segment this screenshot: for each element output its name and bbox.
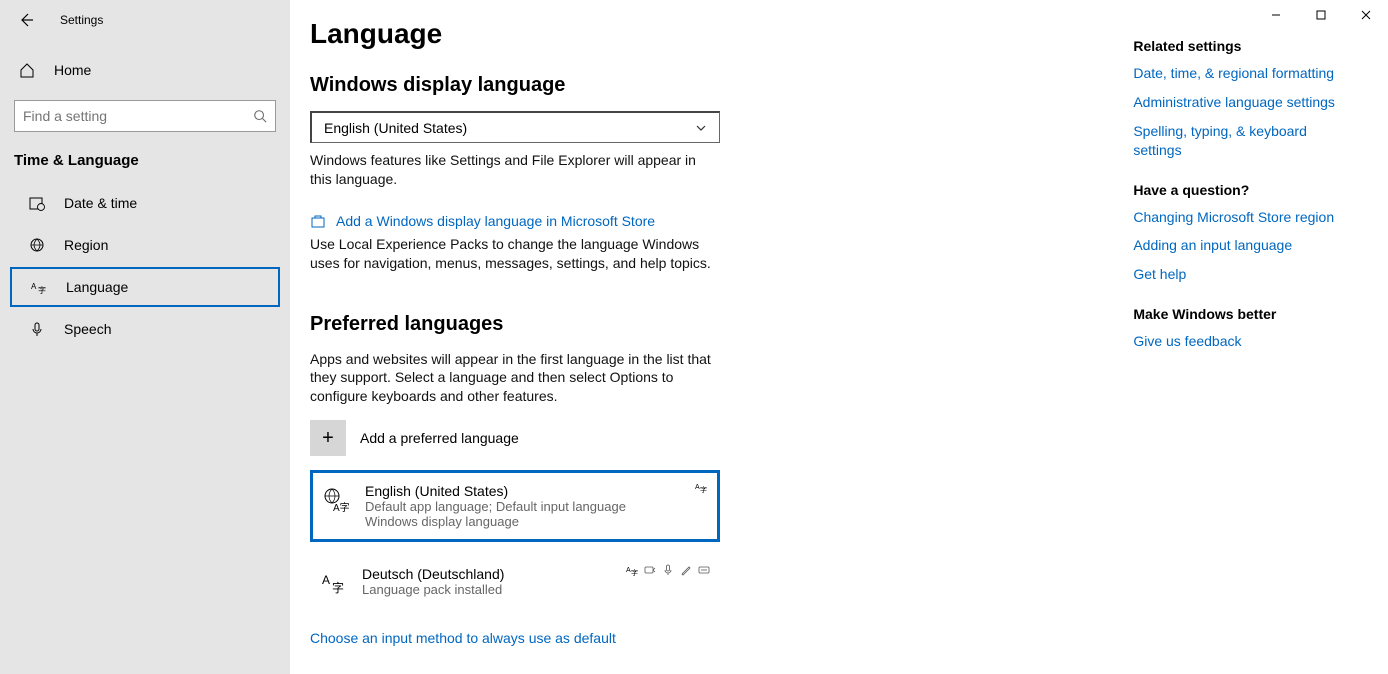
sidebar-item-region[interactable]: Region <box>10 225 280 265</box>
rail-link-feedback[interactable]: Give us feedback <box>1133 332 1358 351</box>
right-rail: Related settings Date, time, & regional … <box>1133 18 1358 674</box>
svg-text:字: 字 <box>38 285 46 295</box>
sidebar-home-label: Home <box>54 62 91 78</box>
language-subtext: Windows display language <box>365 514 626 529</box>
display-language-dropdown[interactable]: English (United States) <box>310 111 720 143</box>
calendar-clock-icon <box>28 194 46 212</box>
sidebar-item-label: Date & time <box>64 195 137 211</box>
language-card-german[interactable]: A字 Deutsch (Deutschland) Language pack i… <box>310 556 720 608</box>
search-box[interactable] <box>14 100 276 132</box>
sidebar-header: Settings <box>0 0 290 40</box>
language-card-english[interactable]: A字 English (United States) Default app l… <box>310 470 720 542</box>
language-pack-icon: A字 <box>320 570 348 598</box>
main-area: Language Windows display language Englis… <box>290 0 1388 674</box>
sidebar-item-language[interactable]: A字 Language <box>10 267 280 307</box>
display-language-desc: Windows features like Settings and File … <box>310 151 720 189</box>
language-icon: A字 <box>30 278 48 296</box>
translate-icon: A字 <box>695 481 707 493</box>
language-feature-badges: A字 <box>695 481 707 493</box>
add-display-language-link-text: Add a Windows display language in Micros… <box>336 213 655 229</box>
rail-better-heading: Make Windows better <box>1133 306 1358 322</box>
svg-text:A: A <box>322 573 330 587</box>
content-column: Language Windows display language Englis… <box>310 18 1013 674</box>
language-name: English (United States) <box>365 483 626 499</box>
chevron-down-icon <box>695 122 707 134</box>
plus-icon: + <box>310 420 346 456</box>
svg-text:字: 字 <box>700 485 707 493</box>
language-subtext: Language pack installed <box>362 582 504 597</box>
sidebar-section-label: Time & Language <box>0 132 290 181</box>
svg-text:A字: A字 <box>333 501 350 514</box>
rail-link-get-help[interactable]: Get help <box>1133 265 1358 284</box>
search-input[interactable] <box>23 108 253 124</box>
store-icon <box>310 213 326 229</box>
lep-desc: Use Local Experience Packs to change the… <box>310 235 720 273</box>
svg-text:A: A <box>31 282 37 291</box>
keyboard-icon <box>698 564 710 576</box>
sidebar-nav: Date & time Region A字 Language Speech <box>0 181 290 351</box>
rail-link-date-time-regional[interactable]: Date, time, & regional formatting <box>1133 64 1358 83</box>
preferred-languages-desc: Apps and websites will appear in the fir… <box>310 350 720 407</box>
add-preferred-language[interactable]: + Add a preferred language <box>310 420 1013 456</box>
add-display-language-link[interactable]: Add a Windows display language in Micros… <box>310 213 1013 229</box>
language-feature-badges: A字 <box>626 564 710 576</box>
rail-link-changing-store-region[interactable]: Changing Microsoft Store region <box>1133 208 1358 227</box>
speech-recognition-icon <box>662 564 674 576</box>
sidebar-item-date-time[interactable]: Date & time <box>10 183 280 223</box>
sidebar-item-label: Region <box>64 237 108 253</box>
language-name: Deutsch (Deutschland) <box>362 566 504 582</box>
rail-link-spelling-typing-keyboard[interactable]: Spelling, typing, & keyboard settings <box>1133 122 1358 160</box>
rail-related-heading: Related settings <box>1133 38 1358 54</box>
sidebar-home[interactable]: Home <box>0 50 290 90</box>
maximize-button[interactable] <box>1298 0 1343 30</box>
language-pack-icon: A字 <box>323 487 351 515</box>
svg-text:字: 字 <box>332 580 344 595</box>
preferred-languages-heading: Preferred languages <box>310 313 1013 336</box>
arrow-left-icon <box>18 12 34 28</box>
window-title: Settings <box>60 13 103 27</box>
globe-icon <box>28 236 46 254</box>
handwriting-icon <box>680 564 692 576</box>
language-subtext: Default app language; Default input lang… <box>365 499 626 514</box>
add-preferred-language-label: Add a preferred language <box>360 430 519 446</box>
text-to-speech-icon <box>644 564 656 576</box>
svg-text:字: 字 <box>631 568 638 576</box>
rail-question-heading: Have a question? <box>1133 182 1358 198</box>
microphone-icon <box>28 320 46 338</box>
window-controls <box>1253 0 1388 30</box>
display-language-heading: Windows display language <box>310 74 1013 97</box>
rail-link-adding-input-language[interactable]: Adding an input language <box>1133 236 1358 255</box>
choose-input-method-link[interactable]: Choose an input method to always use as … <box>310 630 1013 646</box>
home-icon <box>18 61 36 79</box>
sidebar-item-speech[interactable]: Speech <box>10 309 280 349</box>
minimize-button[interactable] <box>1253 0 1298 30</box>
rail-link-admin-language[interactable]: Administrative language settings <box>1133 93 1358 112</box>
sidebar: Settings Home Time & Language Date & tim… <box>0 0 290 674</box>
back-button[interactable] <box>14 8 38 32</box>
sidebar-item-label: Language <box>66 279 128 295</box>
display-language-selected: English (United States) <box>324 120 467 136</box>
sidebar-item-label: Speech <box>64 321 111 337</box>
search-icon <box>253 109 267 123</box>
close-button[interactable] <box>1343 0 1388 30</box>
page-title: Language <box>310 18 1013 50</box>
translate-icon: A字 <box>626 564 638 576</box>
